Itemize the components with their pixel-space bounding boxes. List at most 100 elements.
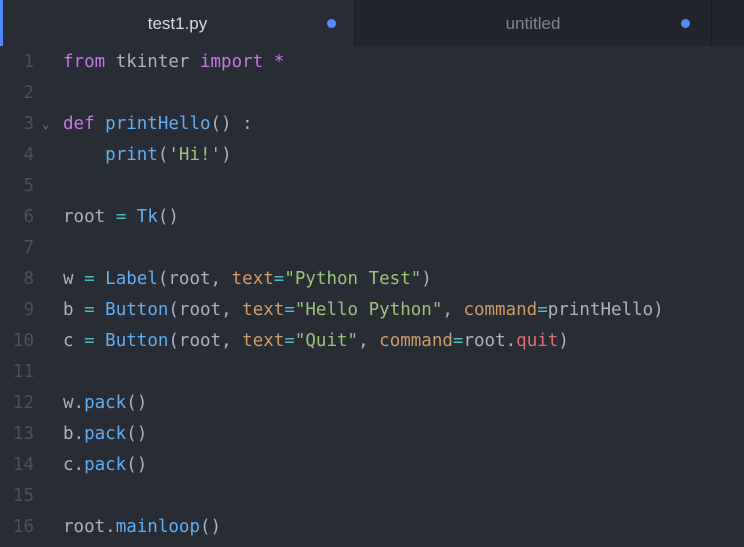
line-number-row: 16 [0, 512, 56, 543]
code-line[interactable] [63, 233, 664, 264]
code-token: c [63, 331, 85, 351]
line-number-row: 15 [0, 481, 56, 512]
code-token: () [126, 424, 148, 444]
code-token: = [84, 300, 95, 320]
line-number-row: 3 ⌄ [0, 109, 56, 140]
fold-chevron-icon[interactable]: ⌄ [42, 109, 49, 140]
code-line[interactable] [63, 171, 664, 202]
code-token: tkinter [105, 52, 200, 72]
line-number-row: 12 [0, 388, 56, 419]
line-number-row: 13 [0, 419, 56, 450]
line-number: 3 [23, 114, 34, 134]
code-token: Tk [136, 207, 158, 227]
code-token: (root, [157, 269, 232, 289]
line-number: 15 [12, 486, 34, 506]
code-line[interactable]: c.pack() [63, 450, 664, 481]
code-token: () [126, 393, 148, 413]
code-token: root. [63, 517, 116, 537]
code-line[interactable] [63, 481, 664, 512]
code-token: w. [63, 393, 85, 413]
tab-title: untitled [505, 14, 561, 33]
code-token: = [452, 331, 464, 351]
tab-test1-py[interactable]: test1.py [0, 0, 355, 46]
code-token: command [379, 331, 453, 351]
line-number-row: 10 [0, 326, 56, 357]
code-line[interactable]: c = Button(root, text="Quit", command=ro… [63, 326, 664, 357]
code-token: = [84, 331, 95, 351]
code-token: ) [558, 331, 569, 351]
code-token: mainloop [115, 517, 200, 537]
tab-bar-empty-area[interactable] [712, 0, 744, 46]
code-token: (root, [168, 331, 243, 351]
code-line[interactable]: root.mainloop() [63, 512, 664, 543]
line-number: 7 [23, 238, 34, 258]
code-line[interactable]: root = Tk() [63, 202, 664, 233]
line-number-row: 6 [0, 202, 56, 233]
modified-indicator-icon[interactable] [327, 19, 336, 28]
line-number: 12 [12, 393, 34, 413]
code-token: () [126, 455, 148, 475]
tab-title: test1.py [147, 14, 208, 33]
code-token: text [242, 331, 285, 351]
code-token: = [284, 331, 295, 351]
code-token: * [273, 52, 285, 72]
code-token: Button [105, 300, 169, 320]
code-token: quit [516, 331, 559, 351]
code-token: def [63, 114, 95, 134]
code-token: b. [63, 424, 85, 444]
code-token: = [115, 207, 127, 227]
code-token: 'Hi!' [168, 145, 222, 165]
code-line[interactable] [63, 357, 664, 388]
line-number-row: 11 [0, 357, 56, 388]
line-number: 1 [23, 52, 34, 72]
code-token: pack [84, 424, 127, 444]
code-token: ( [157, 145, 169, 165]
code-token: ) [421, 269, 432, 289]
code-line[interactable]: b.pack() [63, 419, 664, 450]
code-token: from [63, 52, 106, 72]
code-token: () : [210, 114, 253, 134]
code-line[interactable]: b = Button(root, text="Hello Python", co… [63, 295, 664, 326]
code-token: print [105, 145, 158, 165]
code-editor: test1.py untitled 1 2 3 ⌄ 4 5 6 7 8 9 10 11 12 13 14 15… [0, 0, 744, 547]
code-token: , [442, 300, 464, 320]
code-token: w [63, 269, 85, 289]
line-number-row: 2 [0, 78, 56, 109]
tab-bar: test1.py untitled [0, 0, 744, 46]
code-token: , [358, 331, 380, 351]
line-number: 2 [23, 83, 34, 103]
line-number-row: 5 [0, 171, 56, 202]
code-token: Label [105, 269, 158, 289]
code-line[interactable]: from tkinter import * [63, 47, 664, 78]
modified-indicator-icon[interactable] [681, 19, 690, 28]
line-number-row: 1 [0, 47, 56, 78]
line-number: 13 [12, 424, 34, 444]
code-token: (root, [168, 300, 243, 320]
code-token: pack [84, 393, 127, 413]
code-token: ) [221, 145, 232, 165]
code-area[interactable]: from tkinter import * def printHello() : … [63, 47, 664, 543]
code-token: "Quit" [294, 331, 359, 351]
code-token: text [231, 269, 274, 289]
code-token: printHello) [547, 300, 664, 320]
code-token: root [63, 207, 116, 227]
line-number-row: 8 [0, 264, 56, 295]
code-line[interactable]: w = Label(root, text="Python Test") [63, 264, 664, 295]
code-line[interactable]: w.pack() [63, 388, 664, 419]
code-line[interactable]: print('Hi!') [63, 140, 664, 171]
code-line[interactable] [63, 78, 664, 109]
line-number-row: 9 [0, 295, 56, 326]
line-number: 5 [23, 176, 34, 196]
code-token: () [199, 517, 222, 537]
code-token: command [463, 300, 538, 320]
code-line[interactable]: def printHello() : [63, 109, 664, 140]
code-token: "Python Test" [284, 269, 422, 289]
line-number: 6 [23, 207, 34, 227]
tab-untitled[interactable]: untitled [355, 0, 712, 46]
